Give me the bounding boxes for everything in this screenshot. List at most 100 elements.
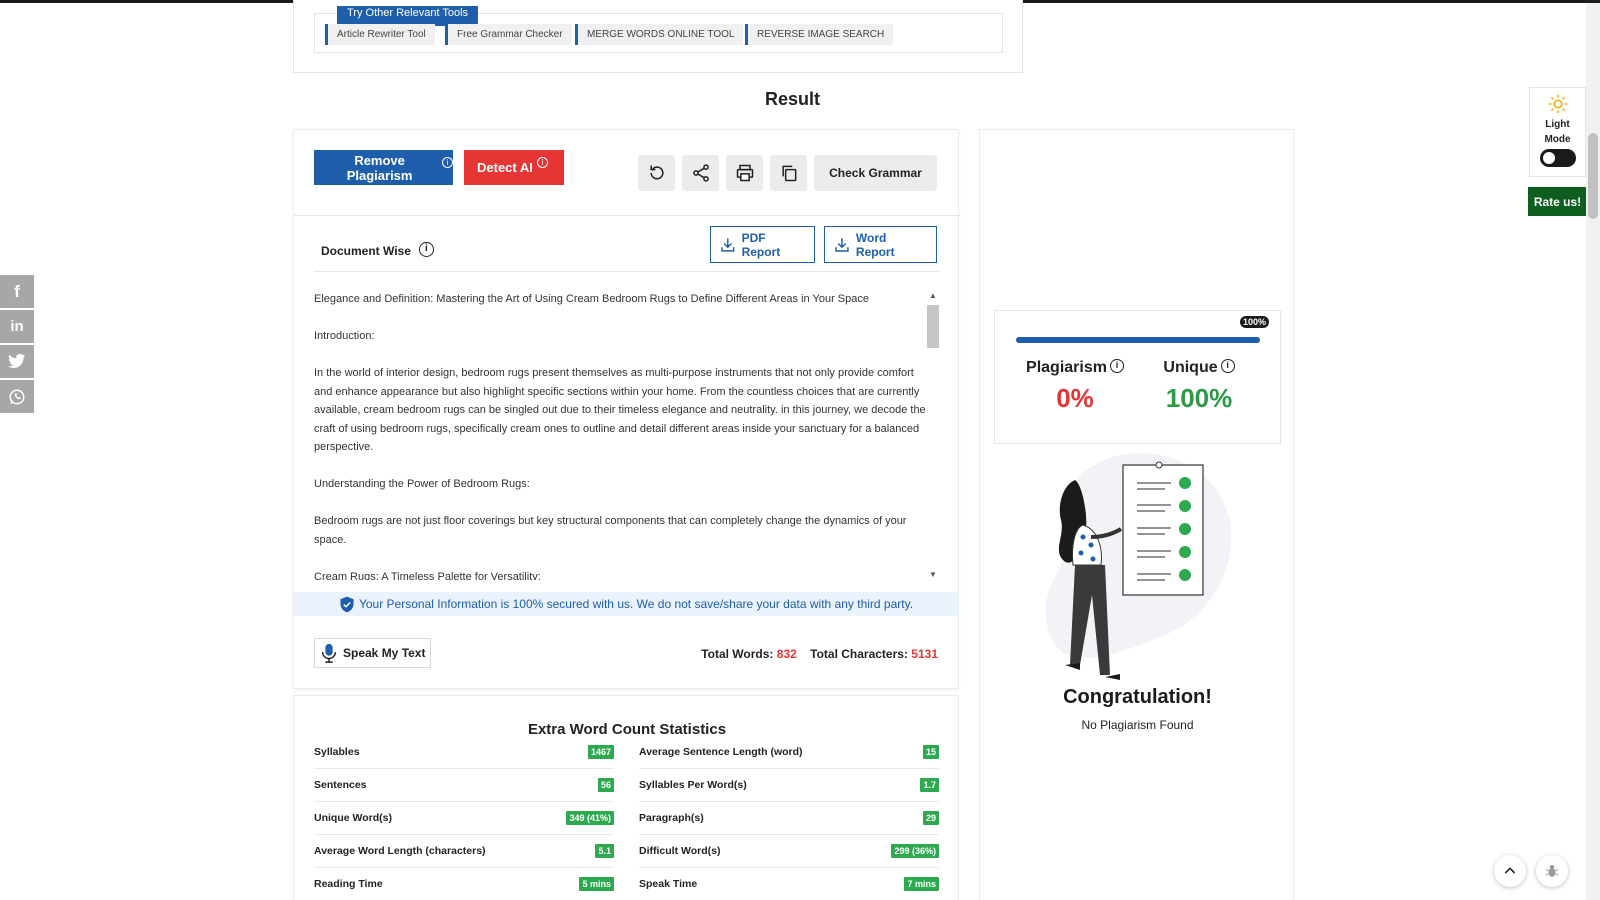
score-box: 100% Plagiarism i 0% Unique i 100%	[994, 310, 1281, 444]
scroll-to-top-button[interactable]	[1494, 855, 1526, 887]
text-paragraph: Elegance and Definition: Mastering the A…	[314, 293, 869, 305]
sun-icon	[1530, 94, 1585, 117]
progress-tag: 100%	[1240, 316, 1270, 328]
tools-tab-label: Try Other Relevant Tools	[337, 6, 479, 26]
pdf-report-button[interactable]: PDF Report	[710, 226, 815, 263]
stat-badge: 29	[922, 811, 939, 825]
share-button[interactable]	[682, 155, 719, 191]
text-paragraph: Cream Rugs: A Timeless Palette for Versa…	[314, 570, 541, 581]
detect-ai-button[interactable]: Detect AI i	[464, 150, 564, 185]
score-side-panel: 100% Plagiarism i 0% Unique i 100% Congr…	[979, 129, 1294, 900]
twitter-icon[interactable]	[0, 345, 34, 378]
stat-badge: 56	[597, 778, 614, 792]
stat-row-paragraphs: Paragraph(s) 29	[639, 802, 939, 835]
stat-row-unique-words: Unique Word(s) 349 (41%)	[314, 802, 614, 835]
remove-plagiarism-button[interactable]: Remove Plagiarism i	[314, 150, 453, 185]
light-mode-widget: Light Mode	[1529, 87, 1586, 177]
stat-label: Reading Time	[314, 878, 383, 890]
stat-label: Speak Time	[639, 878, 698, 890]
tools-chip-container: Try Other Relevant Tools Article Rewrite…	[314, 6, 1003, 53]
stat-badge: 349 (41%)	[566, 811, 614, 825]
relevant-tools-card: Try Other Relevant Tools Article Rewrite…	[293, 0, 1023, 73]
stat-row-sentences: Sentences 56	[314, 769, 614, 802]
facebook-icon[interactable]: f	[0, 275, 34, 308]
stat-row-speak-time: Speak Time 7 mins	[639, 868, 939, 900]
refresh-icon	[649, 165, 664, 180]
report-bug-button[interactable]	[1536, 855, 1568, 887]
printer-icon	[736, 164, 753, 182]
stat-badge: 5 mins	[579, 877, 614, 891]
divider	[314, 271, 940, 272]
stat-label: Syllables Per Word(s)	[639, 779, 747, 791]
document-wise-label: Document Wise i	[321, 241, 434, 258]
tool-chip-reverse-image[interactable]: REVERSE IMAGE SEARCH	[745, 24, 894, 45]
info-icon[interactable]: i	[418, 241, 434, 257]
no-plagiarism-text: No Plagiarism Found	[1081, 718, 1194, 732]
total-characters-value: 5131	[911, 647, 938, 661]
bug-icon	[1545, 865, 1559, 877]
tool-chip-grammar-checker[interactable]: Free Grammar Checker	[445, 24, 572, 45]
stat-badge: 7 mins	[904, 877, 939, 891]
download-icon	[835, 237, 849, 252]
shield-check-icon	[340, 596, 354, 612]
copy-icon	[781, 165, 796, 182]
light-mode-label-2: Mode	[1544, 134, 1571, 145]
scroll-up-icon[interactable]: ▲	[927, 290, 939, 302]
word-report-button[interactable]: Word Report	[824, 226, 937, 263]
speak-my-text-button[interactable]: Speak My Text	[314, 638, 431, 668]
scroll-thumb[interactable]	[927, 305, 939, 348]
text-paragraph: Bedroom rugs are not just floor covering…	[314, 515, 907, 546]
info-icon[interactable]: i	[1109, 359, 1124, 373]
print-button[interactable]	[726, 155, 763, 191]
checked-text-area[interactable]: Elegance and Definition: Mastering the A…	[314, 290, 927, 580]
stat-row-avg-sentence-length: Average Sentence Length (word) 15	[639, 736, 939, 769]
stat-badge: 299 (36%)	[891, 844, 939, 858]
stat-label: Difficult Word(s)	[639, 845, 721, 857]
rate-us-button[interactable]: Rate us!	[1528, 187, 1587, 216]
page-scroll-thumb[interactable]	[1588, 133, 1598, 219]
unique-score: Unique i 100%	[1139, 359, 1259, 414]
stat-badge: 15	[922, 745, 939, 759]
speak-my-text-label: Speak My Text	[343, 646, 426, 660]
uniqueness-progress-bar	[1016, 337, 1260, 343]
reset-button[interactable]	[638, 155, 675, 191]
social-share-bar: f in	[0, 275, 34, 415]
detect-ai-label: Detect AI	[477, 160, 533, 175]
document-wise-text: Document Wise	[321, 244, 411, 258]
plagiarism-label-text: Plagiarism	[1026, 359, 1107, 376]
tool-chip-merge-words[interactable]: MERGE WORDS ONLINE TOOL	[575, 24, 744, 45]
whatsapp-icon[interactable]	[0, 380, 34, 413]
stat-label: Average Word Length (characters)	[314, 845, 486, 857]
text-paragraph: Introduction:	[314, 330, 375, 342]
result-heading: Result	[764, 89, 820, 109]
checklist-illustration-icon	[1045, 453, 1232, 680]
result-card: Remove Plagiarism i Detect AI i Check Gr…	[293, 129, 960, 689]
light-mode-label-1: Light	[1545, 119, 1570, 130]
remove-plagiarism-label: Remove Plagiarism	[346, 152, 413, 183]
total-words-value: 832	[776, 647, 797, 661]
page-scrollbar[interactable]	[1586, 3, 1600, 900]
unique-value: 100%	[1165, 383, 1233, 413]
total-words-label: Total Words:	[701, 647, 774, 661]
stat-row-syllables: Syllables 1467	[314, 736, 614, 769]
plagiarism-value: 0%	[1056, 383, 1094, 413]
copy-button[interactable]	[770, 155, 807, 191]
stat-label: Syllables	[314, 746, 360, 758]
scroll-down-icon[interactable]: ▼	[927, 569, 939, 581]
stat-row-difficult-words: Difficult Word(s) 299 (36%)	[639, 835, 939, 868]
totals-readout: Total Words: 832 Total Characters: 5131	[701, 647, 938, 661]
stat-badge: 1.7	[920, 778, 939, 792]
unique-label: Unique i	[1163, 359, 1235, 377]
light-mode-toggle[interactable]	[1539, 149, 1576, 167]
divider	[294, 215, 960, 216]
stat-row-syllables-per-word: Syllables Per Word(s) 1.7	[639, 769, 939, 802]
stat-row-avg-word-length: Average Word Length (characters) 5.1	[314, 835, 614, 868]
info-icon: i	[442, 157, 453, 168]
info-icon[interactable]: i	[1220, 359, 1235, 373]
tool-chip-article-rewriter[interactable]: Article Rewriter Tool	[325, 24, 435, 45]
text-area-scrollbar[interactable]: ▲ ▼	[927, 290, 939, 581]
linkedin-icon[interactable]: in	[0, 310, 34, 343]
stat-label: Average Sentence Length (word)	[639, 746, 803, 758]
word-statistics-card: Extra Word Count Statistics Syllables 14…	[293, 695, 959, 900]
check-grammar-button[interactable]: Check Grammar	[814, 155, 937, 191]
